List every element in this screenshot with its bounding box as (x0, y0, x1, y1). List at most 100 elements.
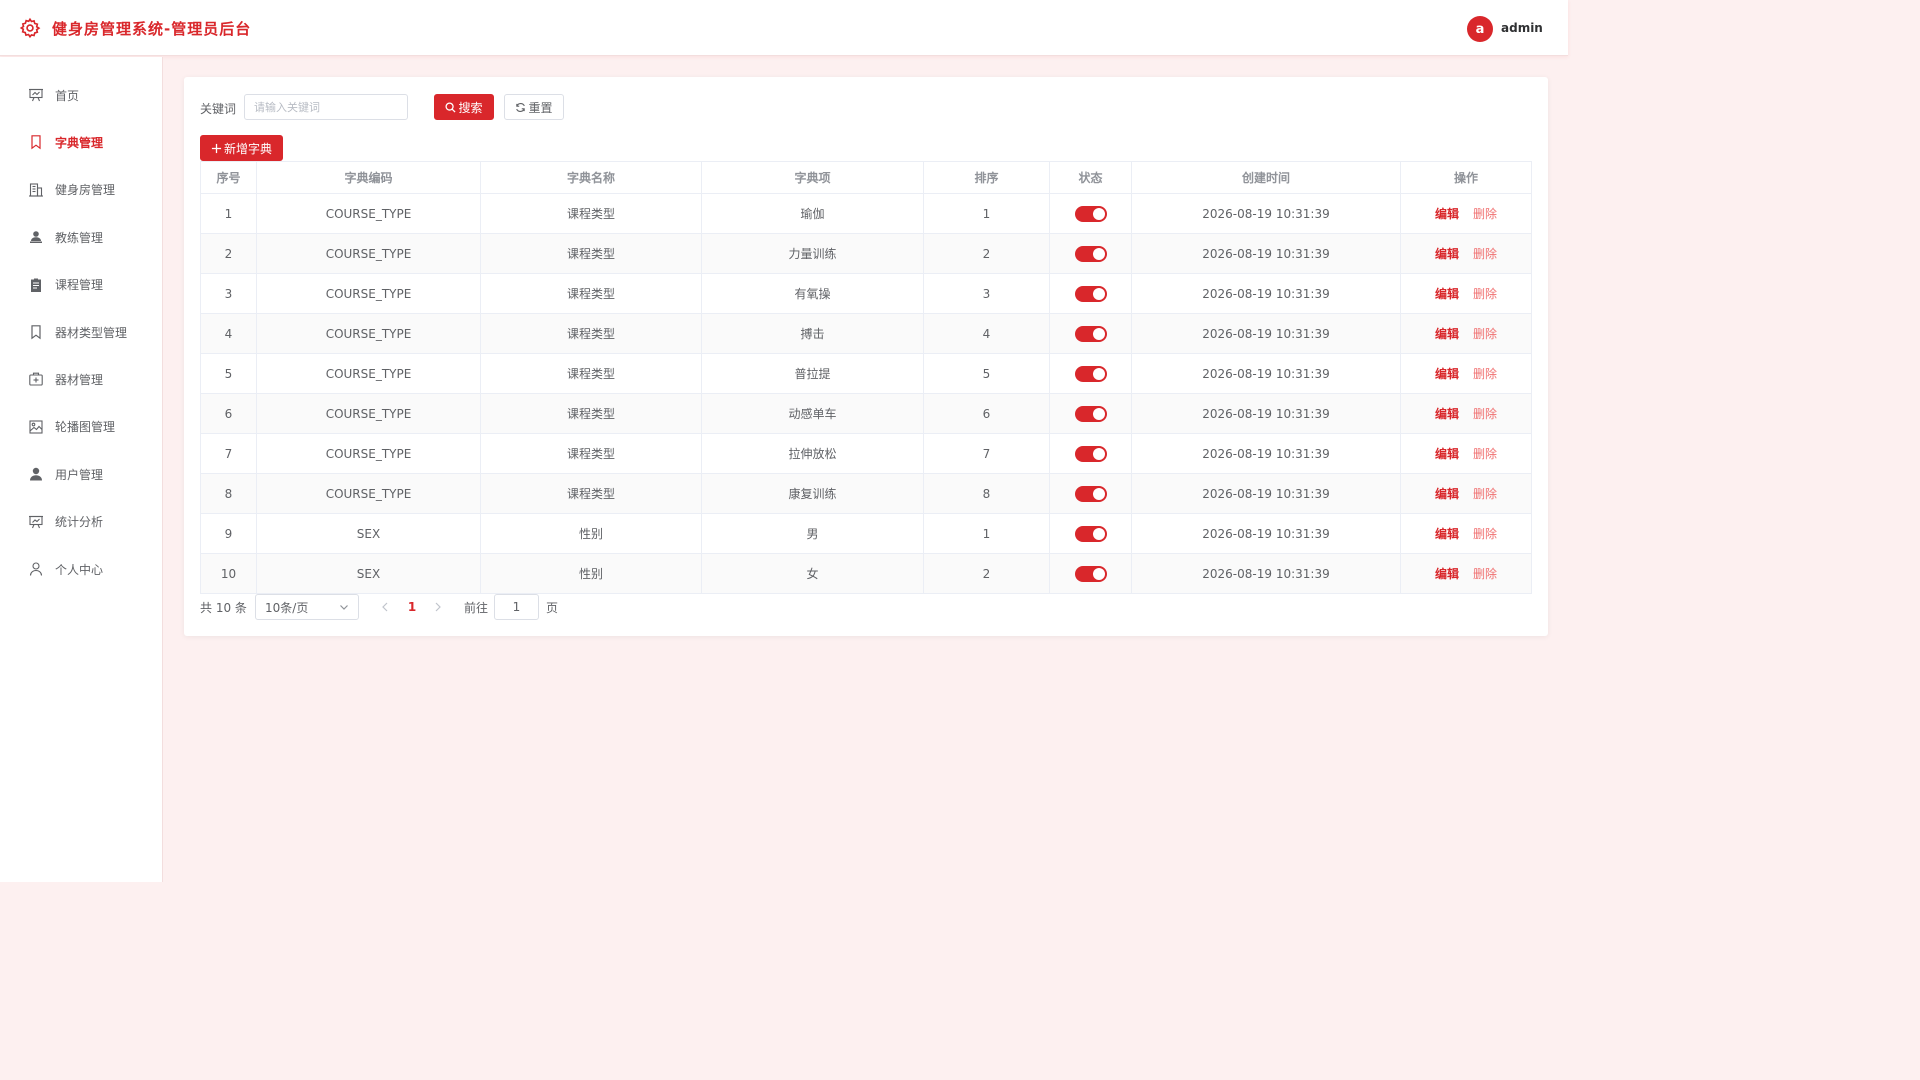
user-outline-icon (28, 561, 44, 577)
chevron-down-icon (340, 605, 348, 610)
edit-link[interactable]: 编辑 (1435, 447, 1459, 461)
top-header: 健身房管理系统-管理员后台 a admin (0, 0, 1568, 56)
edit-link[interactable]: 编辑 (1435, 207, 1459, 221)
sidebar-item-banner[interactable]: 轮播图管理 (0, 407, 162, 447)
edit-link[interactable]: 编辑 (1435, 247, 1459, 261)
table-row: 6 COURSE_TYPE 课程类型 动感单车 6 2026-08-19 10:31:39… (200, 393, 1532, 434)
delete-link[interactable]: 删除 (1473, 327, 1497, 341)
sidebar-item-dictionary[interactable]: 字典管理 (0, 122, 162, 162)
cell-created: 2026-08-19 10:31:39 (1131, 433, 1401, 474)
cell-item: 动感单车 (701, 393, 924, 434)
edit-link[interactable]: 编辑 (1435, 287, 1459, 301)
avatar[interactable]: a (1467, 16, 1493, 42)
cell-code: COURSE_TYPE (256, 393, 481, 434)
image-icon (28, 419, 44, 435)
sidebar-item-profile[interactable]: 个人中心 (0, 549, 162, 589)
edit-link[interactable]: 编辑 (1435, 327, 1459, 341)
sidebar-item-label: 用户管理 (55, 467, 104, 482)
toggle-knob (1092, 247, 1105, 260)
cell-sort: 8 (923, 473, 1050, 514)
next-page-icon[interactable] (432, 600, 444, 614)
status-toggle[interactable] (1074, 285, 1107, 302)
add-dict-button[interactable]: 新增字典 (200, 135, 283, 161)
username[interactable]: admin (1501, 21, 1543, 35)
pagination-total: 共 10 条 (200, 600, 247, 615)
cell-index: 4 (200, 313, 257, 354)
sidebar-item-statistics[interactable]: 统计分析 (0, 502, 162, 542)
table-row: 3 COURSE_TYPE 课程类型 有氧操 3 2026-08-19 10:31:39 编… (200, 273, 1532, 314)
status-toggle[interactable] (1074, 325, 1107, 342)
keyword-input[interactable] (244, 94, 408, 120)
status-toggle[interactable] (1074, 245, 1107, 262)
sidebar-item-equipment[interactable]: 器材管理 (0, 359, 162, 399)
sidebar-item-course[interactable]: 课程管理 (0, 265, 162, 305)
delete-link[interactable]: 删除 (1473, 207, 1497, 221)
delete-link[interactable]: 删除 (1473, 367, 1497, 381)
table-row: 8 COURSE_TYPE 课程类型 康复训练 8 2026-08-19 10:31:39… (200, 473, 1532, 514)
column-header-sort: 排序 (923, 161, 1050, 194)
status-toggle[interactable] (1074, 565, 1107, 582)
cell-code: COURSE_TYPE (256, 193, 481, 234)
status-toggle[interactable] (1074, 365, 1107, 382)
delete-link[interactable]: 删除 (1473, 487, 1497, 501)
cell-status (1049, 473, 1132, 514)
status-toggle[interactable] (1074, 405, 1107, 422)
reset-button[interactable]: 重置 (504, 94, 564, 120)
toggle-knob (1092, 367, 1105, 380)
sidebar-item-gym[interactable]: 健身房管理 (0, 170, 162, 210)
cell-actions: 编辑 删除 (1400, 353, 1532, 394)
cell-created: 2026-08-19 10:31:39 (1131, 553, 1401, 594)
sidebar-item-user[interactable]: 用户管理 (0, 454, 162, 494)
edit-link[interactable]: 编辑 (1435, 527, 1459, 541)
user-filled-icon (28, 466, 44, 482)
cell-actions: 编辑 删除 (1400, 553, 1532, 594)
edit-link[interactable]: 编辑 (1435, 567, 1459, 581)
goto-page-input[interactable] (494, 594, 539, 620)
cell-item: 女 (701, 553, 924, 594)
delete-link[interactable]: 删除 (1473, 527, 1497, 541)
status-toggle[interactable] (1074, 205, 1107, 222)
cell-created: 2026-08-19 10:31:39 (1131, 393, 1401, 434)
cell-created: 2026-08-19 10:31:39 (1131, 273, 1401, 314)
cell-sort: 7 (923, 433, 1050, 474)
cell-name: 课程类型 (480, 393, 702, 434)
cell-index: 2 (200, 233, 257, 274)
table-row: 4 COURSE_TYPE 课程类型 搏击 4 2026-08-19 10:31:39 编辑… (200, 313, 1532, 354)
table-row: 1 COURSE_TYPE 课程类型 瑜伽 1 2026-08-19 10:31:39 编辑… (200, 193, 1532, 234)
sidebar-item-coach[interactable]: 教练管理 (0, 217, 162, 257)
page-number-current[interactable]: 1 (402, 594, 422, 620)
delete-link[interactable]: 删除 (1473, 447, 1497, 461)
toggle-knob (1092, 407, 1105, 420)
toggle-knob (1092, 207, 1105, 220)
status-toggle[interactable] (1074, 485, 1107, 502)
edit-link[interactable]: 编辑 (1435, 367, 1459, 381)
edit-link[interactable]: 编辑 (1435, 407, 1459, 421)
table-row: 9 SEX 性别男 1 2026-08-19 10:31:39 编辑 删除 (200, 513, 1532, 554)
delete-link[interactable]: 删除 (1473, 407, 1497, 421)
plus-icon (211, 143, 222, 153)
column-header-created: 创建时间 (1131, 161, 1401, 194)
sidebar-item-label: 首页 (55, 88, 80, 103)
building-icon (28, 182, 44, 198)
cell-index: 9 (200, 513, 257, 554)
page-size-select[interactable]: 10条/页 (255, 594, 359, 620)
delete-link[interactable]: 删除 (1473, 287, 1497, 301)
delete-link[interactable]: 删除 (1473, 247, 1497, 261)
sidebar-item-label: 个人中心 (55, 562, 104, 577)
status-toggle[interactable] (1074, 445, 1107, 462)
sidebar-item-equipment-type[interactable]: 器材类型管理 (0, 312, 162, 352)
sidebar-item-home[interactable]: 首页 (0, 75, 162, 115)
cell-actions: 编辑 删除 (1400, 273, 1532, 314)
sidebar-item-label: 器材管理 (55, 372, 104, 387)
cell-name: 课程类型 (480, 273, 702, 314)
cell-created: 2026-08-19 10:31:39 (1131, 193, 1401, 234)
cell-status (1049, 553, 1132, 594)
search-button[interactable]: 搜索 (434, 94, 494, 120)
edit-link[interactable]: 编辑 (1435, 487, 1459, 501)
prev-page-icon[interactable] (379, 600, 391, 614)
cell-index: 1 (200, 193, 257, 234)
status-toggle[interactable] (1074, 525, 1107, 542)
cell-name: 课程类型 (480, 233, 702, 274)
toggle-knob (1092, 527, 1105, 540)
delete-link[interactable]: 删除 (1473, 567, 1497, 581)
